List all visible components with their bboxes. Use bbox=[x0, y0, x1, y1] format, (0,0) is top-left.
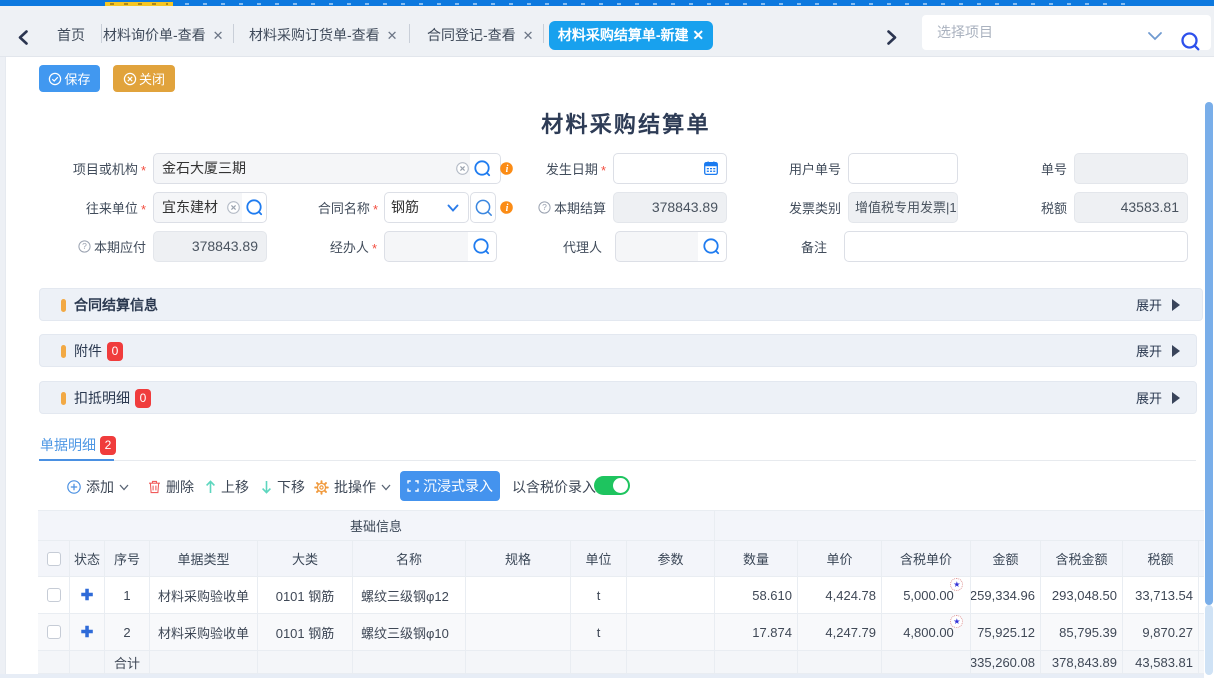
svg-text:?: ? bbox=[542, 202, 547, 212]
svg-text:?: ? bbox=[82, 241, 87, 251]
svg-text:i: i bbox=[506, 203, 509, 214]
